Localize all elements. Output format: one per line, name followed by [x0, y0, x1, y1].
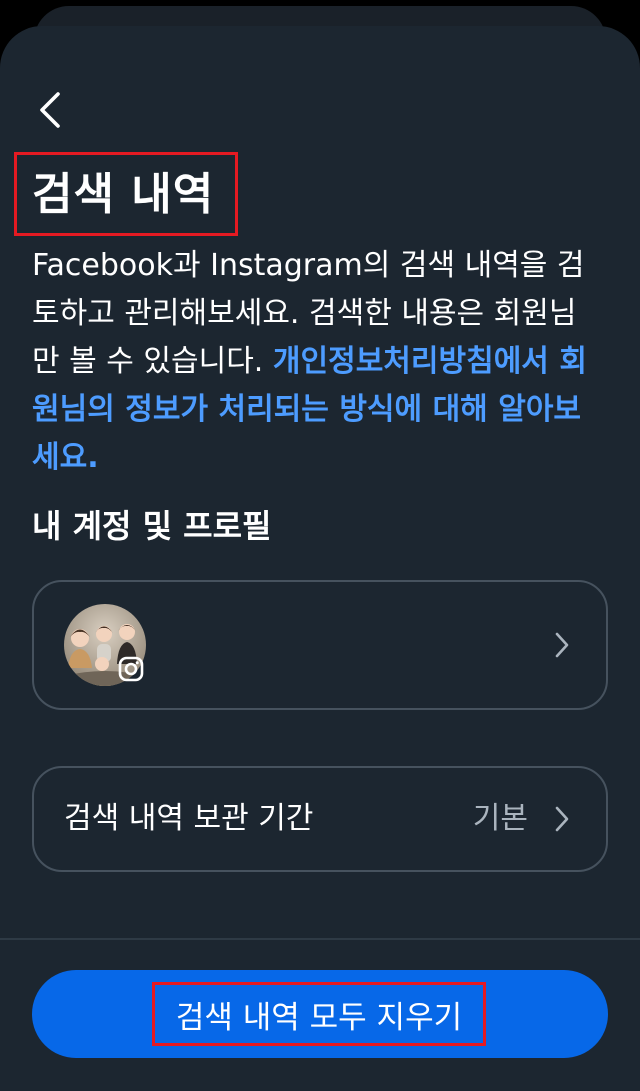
button-highlight-box: [152, 982, 486, 1046]
chevron-right-icon: [555, 806, 569, 832]
accounts-section-heading: 내 계정 및 프로필: [32, 507, 272, 545]
chevron-left-icon: [40, 92, 60, 128]
retention-period-value: 기본: [472, 801, 528, 836]
title-highlight-box: [14, 152, 238, 236]
back-button[interactable]: [26, 84, 74, 136]
profile-account-card[interactable]: [32, 580, 608, 710]
instagram-icon: [118, 656, 144, 682]
retention-period-label: 검색 내역 보관 기간: [64, 801, 314, 836]
footer-divider: [0, 938, 640, 940]
retention-period-row[interactable]: 검색 내역 보관 기간 기본: [32, 766, 608, 872]
description-text: Facebook과 Instagram의 검색 내역을 검토하고 관리해보세요.…: [32, 242, 600, 482]
search-history-screen: 검색 내역 Facebook과 Instagram의 검색 내역을 검토하고 관…: [0, 0, 640, 1091]
chevron-right-icon: [555, 632, 569, 658]
